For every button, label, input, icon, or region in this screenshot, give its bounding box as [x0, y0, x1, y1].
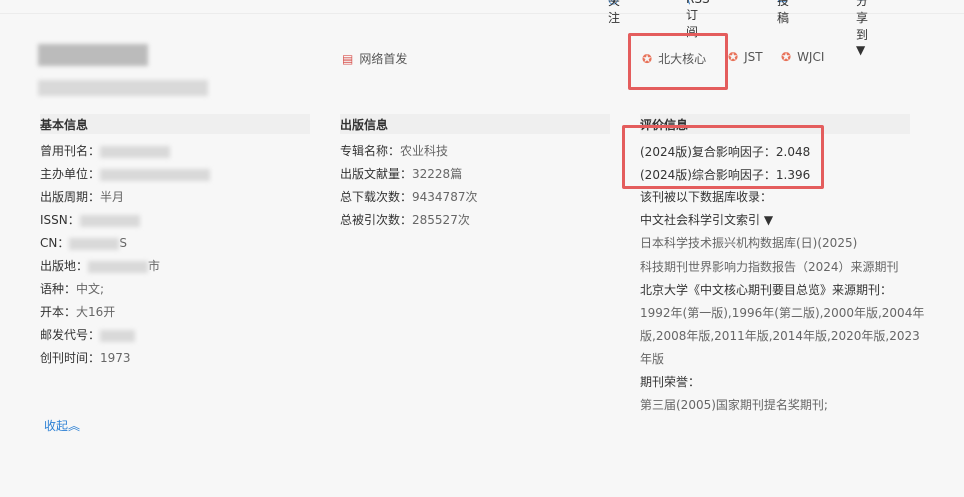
honor-value: 第三届(2005)国家期刊提名奖期刊; — [640, 398, 828, 412]
info-value: 32228篇 — [412, 167, 463, 181]
info-row: 语种：中文; — [40, 279, 104, 299]
info-row: 出版文献量：32228篇 — [340, 164, 462, 184]
info-label: 出版文献量： — [340, 167, 413, 181]
badge-wjci[interactable]: ✪ WJCI — [781, 50, 824, 64]
journal-subtitle-blurred — [38, 80, 208, 96]
info-row: 主办单位： — [40, 164, 211, 184]
redacted-value — [100, 168, 211, 181]
medal-icon: ✪ — [781, 50, 792, 64]
info-value: 农业科技 — [400, 144, 449, 158]
info-row: 邮发代号： — [40, 325, 136, 345]
highlight-box — [628, 33, 728, 90]
info-row: 总被引次数：285527次 — [340, 210, 470, 230]
journal-title-blurred — [38, 44, 148, 66]
redacted-value — [69, 237, 120, 250]
info-value: S — [119, 236, 127, 250]
info-row: 曾用刊名： — [40, 141, 171, 161]
badge-jst[interactable]: ✪ JST — [728, 50, 763, 64]
info-row: CN： S — [40, 233, 127, 253]
database-dropdown[interactable]: 中文社会科学引文索引 ▼ — [640, 210, 773, 230]
info-label: 总下载次数： — [340, 190, 413, 204]
honor-label: 期刊荣誉： — [640, 375, 701, 389]
database-label: 该刊被以下数据库收录： — [640, 190, 773, 204]
info-label: 邮发代号： — [40, 328, 101, 342]
info-label: 专辑名称： — [340, 144, 401, 158]
info-value: 市 — [148, 259, 161, 273]
info-label: 总被引次数： — [340, 213, 413, 227]
info-value: 1973 — [100, 351, 131, 365]
basic-info-heading: 基本信息 — [40, 114, 310, 134]
info-row: 开本：大16开 — [40, 302, 115, 322]
database-item: 科技期刊世界影响力指数报告（2024）来源期刊 — [640, 260, 899, 274]
info-value: 大16开 — [76, 305, 116, 319]
pku-core-years: 年版 — [640, 352, 665, 366]
redacted-value — [100, 145, 171, 158]
info-value: 285527次 — [412, 213, 470, 227]
document-icon: ▤ — [342, 52, 354, 66]
info-label: 曾用刊名： — [40, 144, 101, 158]
info-label: 出版周期： — [40, 190, 101, 204]
info-row: 总下载次数：9434787次 — [340, 187, 477, 207]
info-row: 出版周期：半月 — [40, 187, 124, 207]
publish-info-heading: 出版信息 — [340, 114, 610, 134]
info-label: 开本： — [40, 305, 77, 319]
redacted-value — [79, 214, 140, 227]
highlight-box — [622, 125, 824, 189]
info-value: 9434787次 — [412, 190, 478, 204]
info-row: 出版地： 市 — [40, 256, 160, 276]
info-row: 创刊时间：1973 — [40, 348, 131, 368]
info-label: 语种： — [40, 282, 77, 296]
redacted-value — [88, 260, 149, 273]
info-row: 专辑名称：农业科技 — [340, 141, 448, 161]
info-label: ISSN： — [40, 213, 80, 227]
pku-core-years: 1992年(第一版),1996年(第二版),2000年版,2004年 — [640, 306, 925, 320]
info-value: 中文; — [76, 282, 105, 296]
info-label: 出版地： — [40, 259, 89, 273]
medal-icon: ✪ — [728, 50, 739, 64]
info-label: CN： — [40, 236, 70, 250]
top-toolbar: ◎ 关注 \ RSS订阅 ▭ 投稿 ⚭ 分享到 ▼ — [0, 0, 964, 57]
redacted-value — [100, 329, 136, 342]
info-label: 主办单位： — [40, 167, 101, 181]
pku-core-label: 北京大学《中文核心期刊要目总览》来源期刊： — [640, 283, 893, 297]
pku-core-years: 版,2008年版,2011年版,2014年版,2020年版,2023 — [640, 329, 920, 343]
database-item: 日本科学技术振兴机构数据库(日)(2025) — [640, 236, 858, 250]
collapse-link[interactable]: 收起︽ — [44, 416, 80, 436]
info-label: 创刊时间： — [40, 351, 101, 365]
info-value: 半月 — [100, 190, 125, 204]
online-first-badge: ▤ 网络首发 — [342, 52, 408, 66]
info-row: ISSN： — [40, 210, 140, 230]
